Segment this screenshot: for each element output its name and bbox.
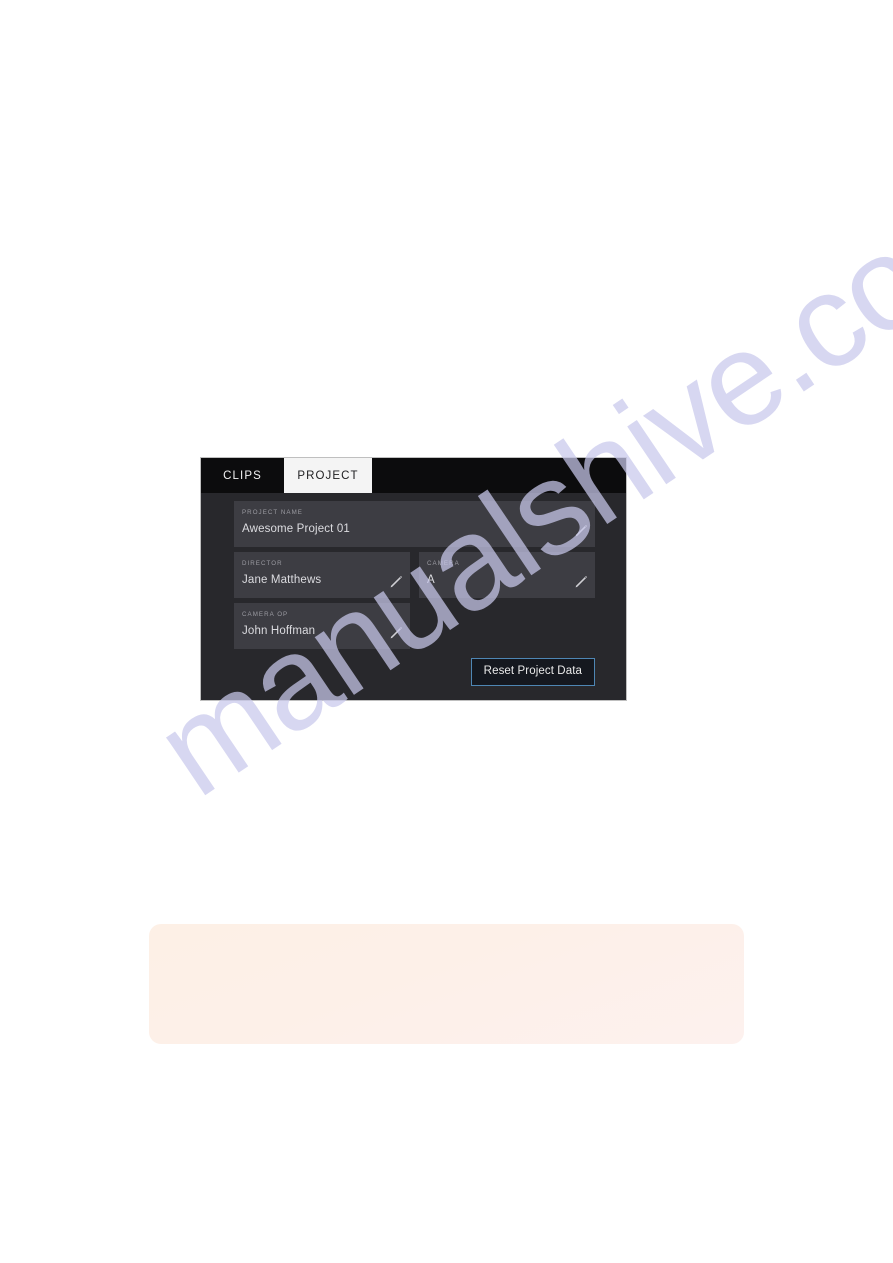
field-row-director-camera: DIRECTOR Jane Matthews CAMERA A bbox=[234, 552, 595, 598]
content-placeholder-block bbox=[149, 924, 744, 1044]
reset-button-container: Reset Project Data bbox=[470, 658, 595, 686]
field-label-camera: CAMERA bbox=[427, 560, 460, 567]
reset-project-data-button[interactable]: Reset Project Data bbox=[470, 658, 595, 686]
tab-bar-filler bbox=[372, 458, 626, 493]
field-value-project-name: Awesome Project 01 bbox=[242, 523, 350, 535]
field-label-camera-op: CAMERA OP bbox=[242, 611, 289, 618]
tab-project[interactable]: PROJECT bbox=[284, 458, 372, 493]
field-director[interactable]: DIRECTOR Jane Matthews bbox=[234, 552, 410, 598]
field-project-name[interactable]: PROJECT NAME Awesome Project 01 bbox=[234, 501, 595, 547]
field-row-project-name: PROJECT NAME Awesome Project 01 bbox=[234, 501, 595, 547]
pencil-edit-icon[interactable] bbox=[573, 574, 589, 590]
field-value-camera-op: John Hoffman bbox=[242, 625, 316, 637]
field-label-project-name: PROJECT NAME bbox=[242, 509, 303, 516]
project-panel: CLIPS PROJECT PROJECT NAME Awesome Proje… bbox=[201, 458, 626, 700]
field-camera-op[interactable]: CAMERA OP John Hoffman bbox=[234, 603, 410, 649]
project-form: PROJECT NAME Awesome Project 01 DIRECTOR… bbox=[201, 493, 626, 700]
field-camera[interactable]: CAMERA A bbox=[419, 552, 595, 598]
pencil-edit-icon[interactable] bbox=[388, 625, 404, 641]
field-row-camera-op: CAMERA OP John Hoffman bbox=[234, 603, 595, 649]
pencil-edit-icon[interactable] bbox=[573, 523, 589, 539]
tab-clips[interactable]: CLIPS bbox=[201, 458, 284, 493]
field-label-director: DIRECTOR bbox=[242, 560, 283, 567]
pencil-edit-icon[interactable] bbox=[388, 574, 404, 590]
tab-bar: CLIPS PROJECT bbox=[201, 458, 626, 493]
field-value-director: Jane Matthews bbox=[242, 574, 322, 586]
field-value-camera: A bbox=[427, 574, 435, 586]
